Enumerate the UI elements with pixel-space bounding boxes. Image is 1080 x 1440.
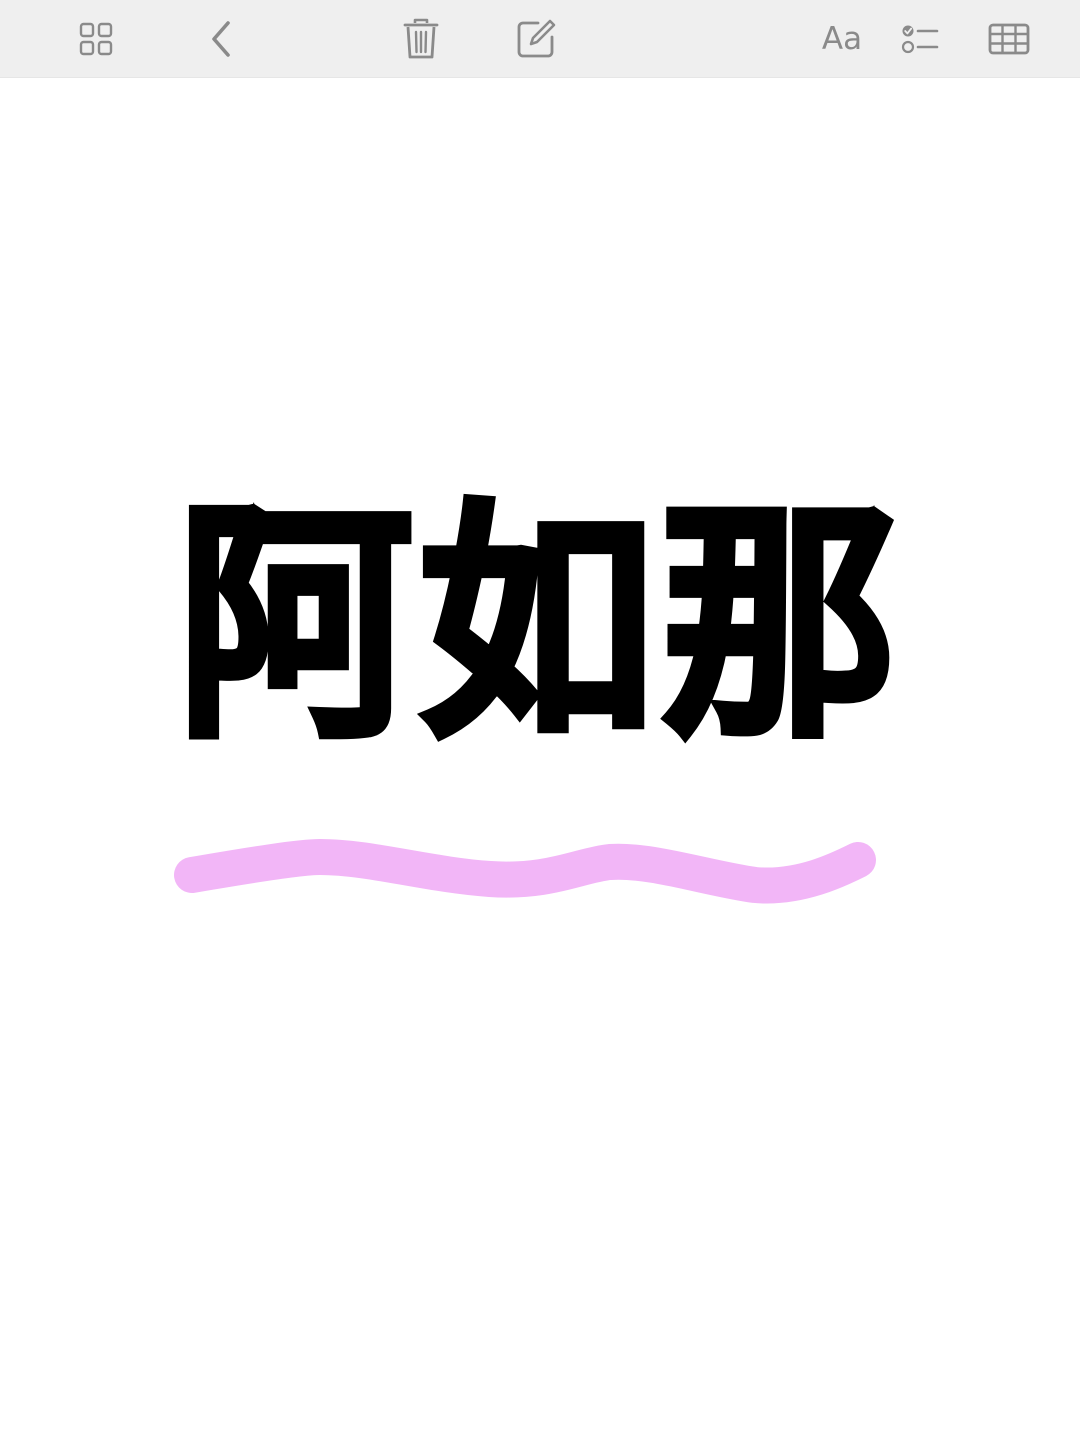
compose-icon: [517, 19, 556, 58]
trash-icon: [403, 18, 439, 59]
note-headline: 阿如那: [173, 479, 903, 772]
table-icon: [988, 23, 1030, 55]
compose-button[interactable]: [506, 9, 566, 69]
pink-squiggle-underline: [174, 839, 876, 904]
notes-app-window: Aa 阿如那: [0, 0, 1080, 1440]
grid-icon: [79, 22, 113, 56]
chevron-left-icon: [212, 21, 230, 57]
text-format-button[interactable]: Aa: [812, 9, 872, 69]
gallery-view-button[interactable]: [66, 9, 126, 69]
top-toolbar: Aa: [0, 0, 1080, 78]
checklist-button[interactable]: [891, 9, 951, 69]
checklist-icon: [901, 25, 939, 54]
table-button[interactable]: [979, 9, 1039, 69]
text-format-icon: Aa: [821, 20, 863, 57]
delete-button[interactable]: [391, 9, 451, 69]
back-button[interactable]: [190, 9, 250, 69]
